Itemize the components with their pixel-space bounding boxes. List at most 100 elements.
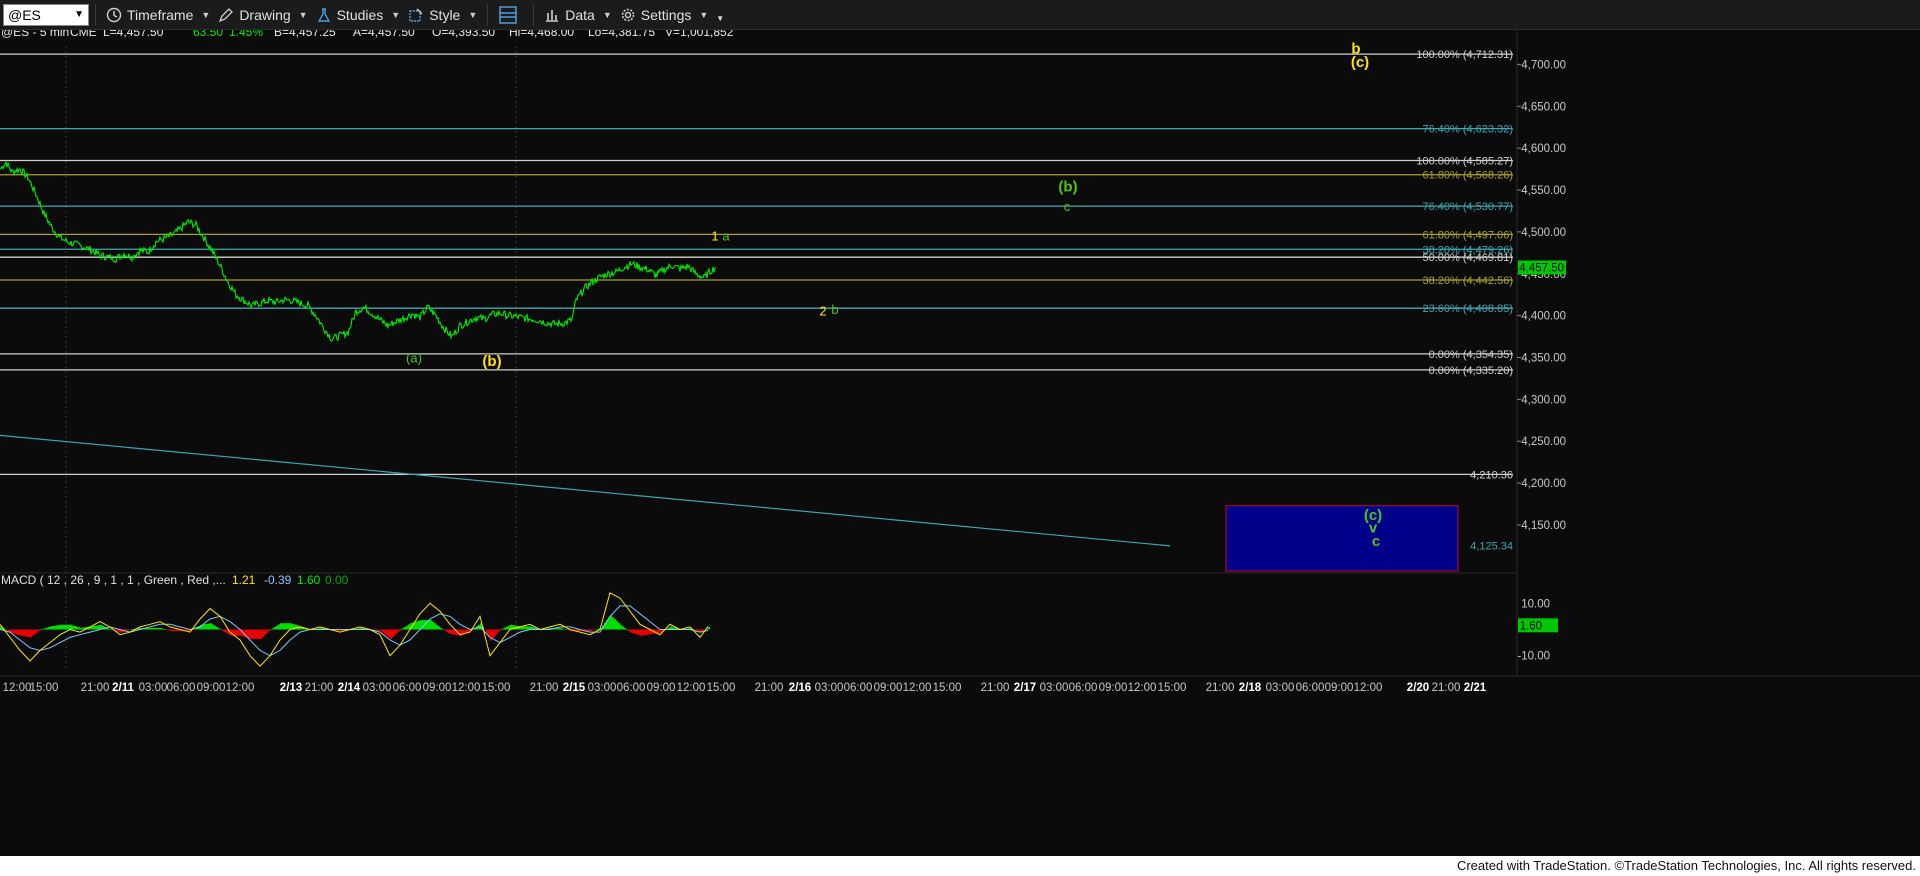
level-label: 50.00% (4,469.81) — [1422, 252, 1513, 264]
header-exchange: CME — [70, 30, 97, 39]
macd-tick-label: -10.00 — [1517, 651, 1550, 663]
level-label: 76.40% (4,530.77) — [1422, 201, 1513, 213]
macd-histogram-bar — [60, 624, 62, 630]
time-tick-label: 2/11 — [112, 682, 134, 694]
macd-histogram-bar — [210, 623, 212, 630]
price-tick-label: 4,350.00 — [1521, 352, 1566, 364]
clock-icon — [106, 7, 122, 22]
wave-label: c — [1064, 199, 1071, 214]
header-volume: V=1,001,852 — [665, 30, 734, 39]
price-line — [0, 160, 717, 342]
macd-histogram-bar — [116, 629, 118, 632]
macd-histogram-bar — [226, 629, 228, 634]
time-tick-label: 09:00 — [197, 682, 226, 694]
macd-current-label: 1.60 — [1520, 620, 1542, 632]
time-tick-label: 2/15 — [563, 682, 586, 694]
macd-histogram-bar — [618, 622, 620, 630]
macd-histogram-bar — [374, 629, 376, 631]
price-axis: 4,700.00 4,650.00 4,600.00 4,550.00 4,500.00… — [1517, 59, 1566, 532]
level-label: 4,125.34 — [1470, 541, 1513, 553]
toolbar-overflow-button[interactable]: ▼ — [712, 2, 728, 28]
symbol-input[interactable]: @ES ▼ — [3, 3, 89, 26]
price-tick-label: 4,700.00 — [1521, 59, 1566, 71]
macd-histogram-bar — [98, 625, 100, 630]
macd-histogram-bar — [52, 626, 54, 630]
macd-histogram-bar — [620, 624, 622, 630]
macd-histogram-bar — [248, 629, 250, 639]
macd-histogram-bar — [48, 626, 50, 630]
time-tick-label: 15:00 — [30, 682, 59, 694]
symbol-value: @ES — [8, 6, 41, 23]
caret-down-icon: ▼ — [201, 9, 211, 20]
price-tick-label: 4,550.00 — [1521, 185, 1566, 197]
macd-histogram-bar — [430, 620, 432, 630]
macd-histogram-bar — [438, 626, 440, 630]
macd-histogram-bar — [14, 629, 16, 634]
time-tick-label: 15:00 — [707, 682, 736, 694]
macd-histogram-bar — [418, 620, 420, 630]
macd-histogram-bar — [16, 629, 18, 635]
time-tick-label: 09:00 — [423, 682, 452, 694]
settings-button[interactable]: Settings ▼ — [616, 2, 713, 28]
macd-histogram-bar — [632, 629, 634, 634]
macd-histogram-bar — [402, 628, 404, 630]
time-tick-label: 03:00 — [1040, 682, 1069, 694]
studies-button[interactable]: Studies ▼ — [312, 2, 405, 28]
time-tick-label: 2/14 — [338, 682, 361, 694]
macd-histogram-bar — [528, 626, 530, 630]
macd-histogram-bar — [636, 629, 638, 635]
target-box-layer — [1225, 505, 1459, 572]
time-tick-label: 09:00 — [1325, 682, 1354, 694]
time-tick-label: 21:00 — [981, 682, 1010, 694]
macd-histogram-bar — [28, 629, 30, 638]
macd-histogram-bar — [156, 627, 158, 630]
header-change: 63.50 — [193, 30, 223, 39]
macd-histogram-bar — [594, 629, 596, 631]
caret-down-icon: ▼ — [391, 9, 401, 20]
macd-histogram-bar — [76, 626, 78, 630]
macd-histogram-bar — [72, 625, 74, 630]
macd-histogram-bar — [648, 629, 650, 635]
macd-histogram-bar — [614, 619, 616, 630]
layout-button[interactable] — [494, 2, 527, 28]
gear-icon — [621, 8, 635, 21]
macd-histogram-bar — [526, 626, 528, 630]
macd-histogram-bar — [168, 629, 170, 631]
chart-canvas[interactable]: 100.00% (4,712.31) 76.40% (4,623.32) 100.0… — [0, 30, 1920, 856]
settings-label: Settings — [640, 6, 692, 23]
time-tick-label: 06:00 — [617, 682, 646, 694]
time-tick-label: 2/17 — [1014, 682, 1036, 694]
macd-label: MACD ( 12 , 26 , 9 , 1 , 1 , Green , Red… — [1, 573, 226, 587]
time-tick-label: 09:00 — [874, 682, 903, 694]
macd-histogram-bar — [384, 629, 386, 635]
window-layout-icon — [499, 5, 518, 24]
time-tick-label: 03:00 — [1266, 682, 1295, 694]
caret-down-icon: ▼ — [699, 9, 709, 20]
level-label: 100.00% (4,585.27) — [1416, 155, 1513, 167]
header-high: Hi=4,468.00 — [509, 30, 574, 39]
time-tick-label: 12:00 — [1354, 682, 1383, 694]
macd-histogram-bar — [382, 629, 384, 633]
macd-histogram-bar — [276, 625, 278, 630]
macd-histogram-bar — [498, 629, 500, 632]
macd-histogram-bar — [590, 629, 592, 632]
level-label: 61.80% (4,497.06) — [1422, 229, 1513, 241]
time-tick-label: 09:00 — [1099, 682, 1128, 694]
time-tick-label: 21:00 — [755, 682, 784, 694]
level-label: 4,210.36 — [1470, 469, 1513, 481]
macd-histogram-bar — [96, 625, 98, 630]
style-button[interactable]: Style ▼ — [404, 2, 481, 28]
macd-histogram-bar — [108, 628, 110, 630]
macd-histogram-bar — [408, 624, 410, 630]
macd-histogram-bar — [400, 629, 402, 631]
macd-histogram-bar — [150, 627, 152, 630]
caret-down-icon: ▼ — [468, 9, 478, 20]
macd-histogram-bar — [164, 629, 166, 630]
data-button[interactable]: Data ▼ — [540, 2, 616, 28]
macd-histogram-bar — [506, 626, 508, 630]
macd-histogram-bar — [26, 629, 28, 637]
drawing-button[interactable]: Drawing ▼ — [214, 2, 311, 28]
macd-histogram-bar — [32, 629, 34, 636]
macd-histogram-bar — [284, 623, 286, 630]
timeframe-button[interactable]: Timeframe ▼ — [102, 2, 214, 28]
